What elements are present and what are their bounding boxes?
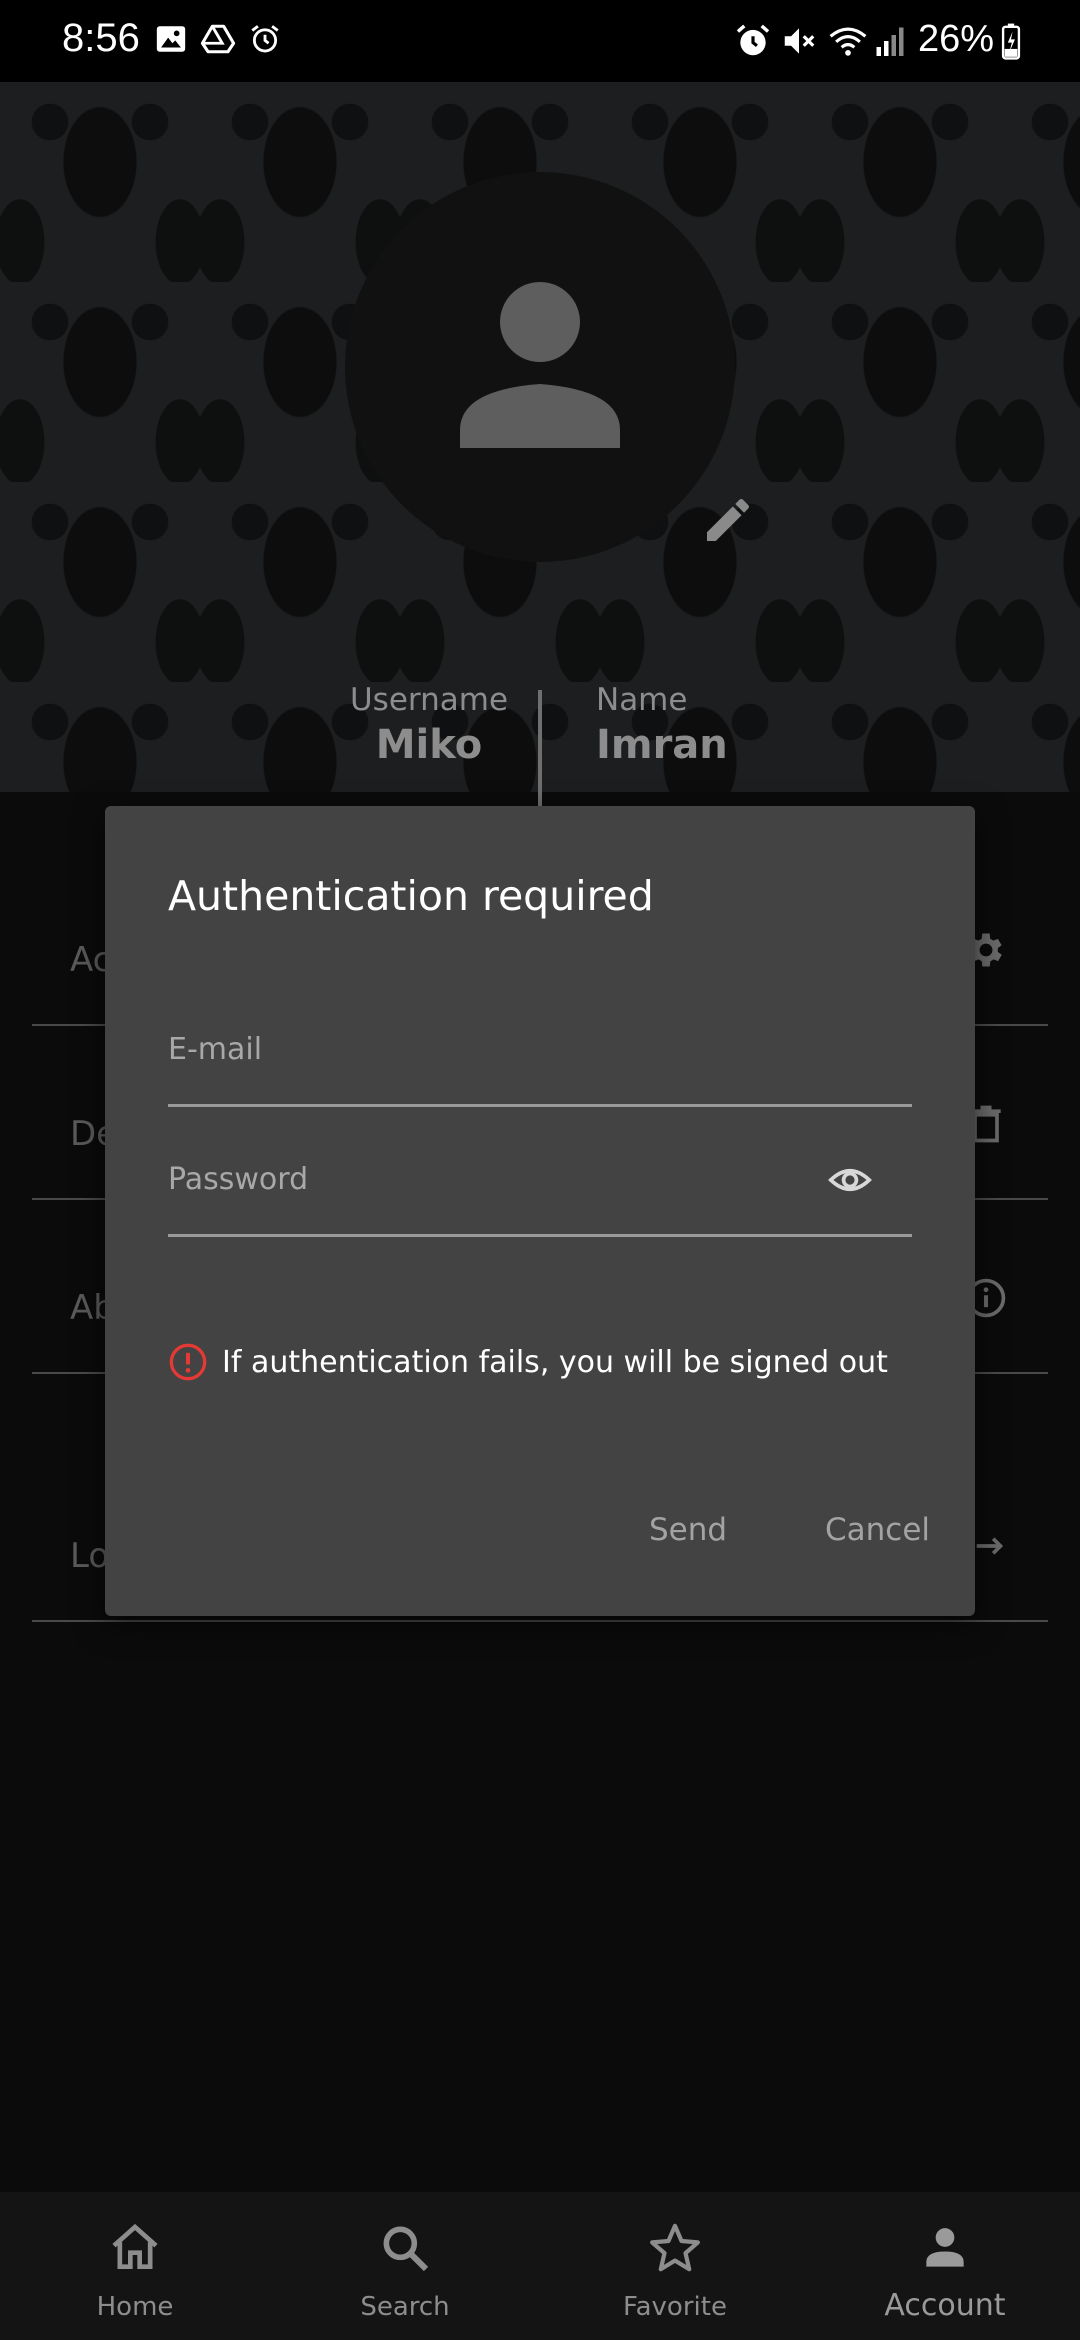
battery-percent: 26%	[918, 18, 995, 60]
status-bar: 8:56 26%	[0, 0, 1080, 82]
nav-label: Favorite	[623, 2292, 727, 2322]
nav-home[interactable]: Home	[0, 2192, 270, 2340]
password-placeholder: Password	[168, 1162, 309, 1197]
nav-label: Account	[884, 2288, 1006, 2323]
auth-dialog: Authentication required E-mail Password …	[105, 806, 975, 1616]
battery-icon	[1001, 23, 1021, 60]
nav-search[interactable]: Search	[270, 2192, 540, 2340]
status-time: 8:56	[62, 16, 140, 60]
drive-icon	[200, 24, 236, 54]
avatar[interactable]	[345, 172, 735, 562]
signal-icon	[876, 27, 904, 56]
eye-icon[interactable]	[828, 1158, 872, 1202]
warning-message: If authentication fails, you will be sig…	[168, 1342, 888, 1382]
name-block: Name Imran	[596, 682, 728, 768]
username-value: Miko	[375, 722, 483, 768]
cancel-button[interactable]: Cancel	[821, 1504, 934, 1556]
star-icon	[650, 2223, 700, 2272]
alarm-icon	[251, 25, 279, 53]
list-item-label: Lo	[70, 1536, 110, 1576]
send-button[interactable]: Send	[645, 1504, 731, 1556]
name-label: Name	[596, 682, 688, 718]
search-icon	[383, 2226, 429, 2272]
app-screen: 8:56 26% Username Miko Name Imran Ac De …	[0, 0, 1080, 2340]
email-field[interactable]: E-mail	[168, 994, 912, 1107]
nav-label: Home	[96, 2292, 174, 2322]
wifi-icon	[829, 27, 867, 56]
image-icon	[156, 26, 186, 52]
home-icon	[112, 2223, 158, 2269]
email-placeholder: E-mail	[168, 1032, 263, 1067]
header-divider	[538, 690, 542, 818]
edit-icon[interactable]	[700, 492, 756, 548]
warning-text: If authentication fails, you will be sig…	[222, 1344, 888, 1380]
mute-icon	[784, 28, 815, 54]
nav-favorite[interactable]: Favorite	[540, 2192, 810, 2340]
name-value: Imran	[596, 722, 728, 768]
username-label: Username	[349, 682, 509, 718]
person-icon	[460, 282, 620, 448]
alarm-active-icon	[736, 24, 770, 56]
password-field[interactable]: Password	[168, 1124, 912, 1237]
user-info: Username Miko Name Imran	[0, 682, 1080, 822]
account-icon	[926, 2228, 964, 2267]
dialog-title: Authentication required	[168, 872, 654, 920]
bottom-navigation: Home Search Favorite Account	[0, 2192, 1080, 2340]
profile-header: Username Miko Name Imran	[0, 82, 1080, 818]
nav-label: Search	[360, 2292, 450, 2322]
error-icon	[169, 1343, 207, 1381]
nav-account[interactable]: Account	[810, 2192, 1080, 2340]
username-block: Username Miko	[334, 682, 524, 768]
